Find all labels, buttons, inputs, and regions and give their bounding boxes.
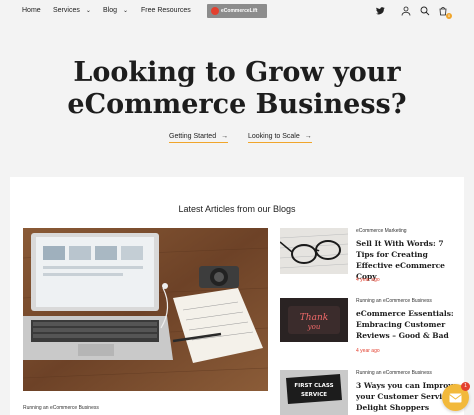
arrow-right-icon: → (304, 133, 312, 140)
featured-article-image[interactable] (23, 228, 268, 391)
cart-count-badge: 0 (446, 13, 452, 19)
logo-text: eCommerceLift (221, 8, 258, 14)
looking-to-scale-label: Looking to Scale (248, 133, 300, 140)
looking-to-scale-link[interactable]: Looking to Scale → (248, 133, 312, 143)
article-category[interactable]: eCommerce Marketing (356, 228, 407, 234)
nav-free-resources[interactable]: Free Resources (141, 7, 191, 14)
logo-mark-icon (211, 7, 219, 15)
chevron-down-icon: ⌄ (85, 8, 91, 14)
article-category[interactable]: Running an eCommerce Business (356, 298, 432, 304)
nav-services[interactable]: Services ⌄ (53, 7, 91, 14)
search-icon[interactable] (419, 5, 431, 17)
svg-text:FIRST CLASS: FIRST CLASS (294, 383, 333, 389)
mail-icon (449, 393, 462, 402)
twitter-icon[interactable] (374, 5, 386, 17)
article-title[interactable]: eCommerce Essentials: Embracing Customer… (356, 308, 460, 341)
nav-home[interactable]: Home (22, 7, 41, 14)
latest-articles-section: Latest Articles from our Blogs Running a… (10, 177, 464, 415)
chevron-down-icon: ⌄ (123, 8, 129, 14)
nav-home-label: Home (22, 7, 41, 14)
article-image-glasses[interactable] (280, 228, 348, 274)
arrow-right-icon: → (221, 133, 229, 140)
svg-text:SERVICE: SERVICE (301, 392, 327, 398)
site-logo[interactable]: eCommerceLift (207, 4, 267, 18)
svg-text:Thank: Thank (300, 313, 328, 323)
svg-text:you: you (307, 323, 321, 331)
user-icon[interactable] (400, 5, 412, 17)
getting-started-label: Getting Started (169, 133, 217, 140)
article-title[interactable]: Sell It With Words: 7 Tips for Creating … (356, 238, 460, 282)
cart-icon[interactable]: 0 (437, 5, 452, 19)
section-title: Latest Articles from our Blogs (178, 204, 296, 214)
article-image-thank-you-neon[interactable]: Thank you (280, 298, 348, 342)
hero-title-line-2: eCommerce Business? (67, 89, 407, 120)
top-navigation: Home Services ⌄ Blog ⌄ Free Resources eCom… (0, 0, 474, 24)
article-image-first-class-service[interactable]: FIRST CLASS SERVICE (280, 370, 348, 415)
nav-free-resources-label: Free Resources (141, 7, 191, 14)
nav-services-label: Services (53, 7, 80, 14)
article-date: 4 year ago (356, 348, 380, 354)
featured-article-category[interactable]: Running an eCommerce Business (23, 405, 99, 411)
hero-title: Looking to Grow your eCommerce Business? (0, 57, 474, 121)
getting-started-link[interactable]: Getting Started → (169, 133, 229, 143)
nav-blog[interactable]: Blog ⌄ (103, 7, 128, 14)
nav-blog-label: Blog (103, 7, 118, 14)
article-category[interactable]: Running an eCommerce Business (356, 370, 432, 376)
article-date: 4 year ago (356, 277, 380, 283)
chat-notification-badge: 1 (461, 382, 470, 391)
hero-title-line-1: Looking to Grow your (73, 57, 401, 88)
